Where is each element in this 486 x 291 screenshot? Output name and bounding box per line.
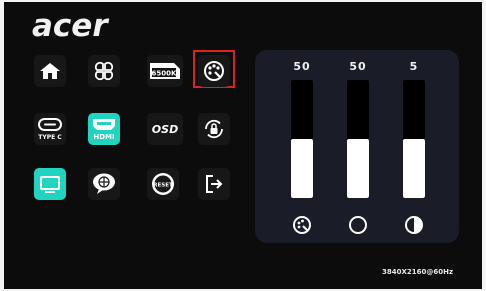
contrast-slider-label bbox=[347, 214, 369, 236]
hdmi-icon: HDMI bbox=[93, 119, 115, 141]
color-settings-button[interactable] bbox=[198, 55, 230, 87]
input-hdmi-button[interactable]: HDMI bbox=[88, 113, 120, 145]
brightness-slider[interactable] bbox=[403, 80, 425, 198]
osd-screen: acer 6500K TYPE C HDMI OSD RESET 50 50 5… bbox=[4, 2, 482, 289]
color-temp-icon: 6500K bbox=[150, 63, 180, 79]
lock-icon bbox=[205, 119, 223, 139]
typec-icon: TYPE C bbox=[38, 118, 62, 141]
lock-button[interactable] bbox=[198, 113, 230, 145]
brightness-value: 5 bbox=[409, 60, 419, 73]
palette-icon bbox=[204, 61, 224, 81]
four-leaf-icon bbox=[94, 61, 114, 81]
color-temp-label: 6500K bbox=[152, 70, 177, 78]
color-value: 50 bbox=[293, 60, 311, 73]
globe-icon bbox=[93, 173, 115, 194]
color-slider-label bbox=[291, 214, 313, 236]
reset-icon: RESET bbox=[152, 173, 174, 195]
exit-button[interactable] bbox=[198, 168, 230, 200]
brightness-icon bbox=[405, 216, 423, 234]
brightness-slider-fill bbox=[403, 139, 425, 198]
palette-icon bbox=[293, 216, 311, 234]
reset-label: RESET bbox=[153, 183, 173, 189]
contrast-slider-fill bbox=[347, 139, 369, 198]
contrast-icon bbox=[349, 216, 367, 234]
home-button[interactable] bbox=[34, 55, 66, 87]
color-temp-button[interactable]: 6500K bbox=[147, 55, 183, 87]
brightness-slider-label bbox=[403, 214, 425, 236]
color-slider-fill bbox=[291, 139, 313, 198]
contrast-slider[interactable] bbox=[347, 80, 369, 198]
contrast-value: 50 bbox=[349, 60, 367, 73]
quick-menu-button[interactable] bbox=[88, 55, 120, 87]
resolution-status: 3840X2160@60Hz bbox=[382, 268, 454, 276]
reset-button[interactable]: RESET bbox=[147, 168, 179, 200]
acer-logo: acer bbox=[32, 8, 108, 44]
typec-label: TYPE C bbox=[38, 134, 62, 141]
exit-icon bbox=[206, 175, 223, 193]
display-button[interactable] bbox=[34, 168, 66, 200]
color-slider[interactable] bbox=[291, 80, 313, 198]
input-type-c-button[interactable]: TYPE C bbox=[34, 113, 66, 145]
language-button[interactable] bbox=[88, 168, 120, 200]
monitor-icon bbox=[40, 176, 60, 193]
home-icon bbox=[40, 63, 60, 79]
osd-icon: OSD bbox=[151, 122, 179, 136]
osd-button[interactable]: OSD bbox=[147, 113, 183, 145]
hdmi-label: HDMI bbox=[93, 133, 114, 141]
